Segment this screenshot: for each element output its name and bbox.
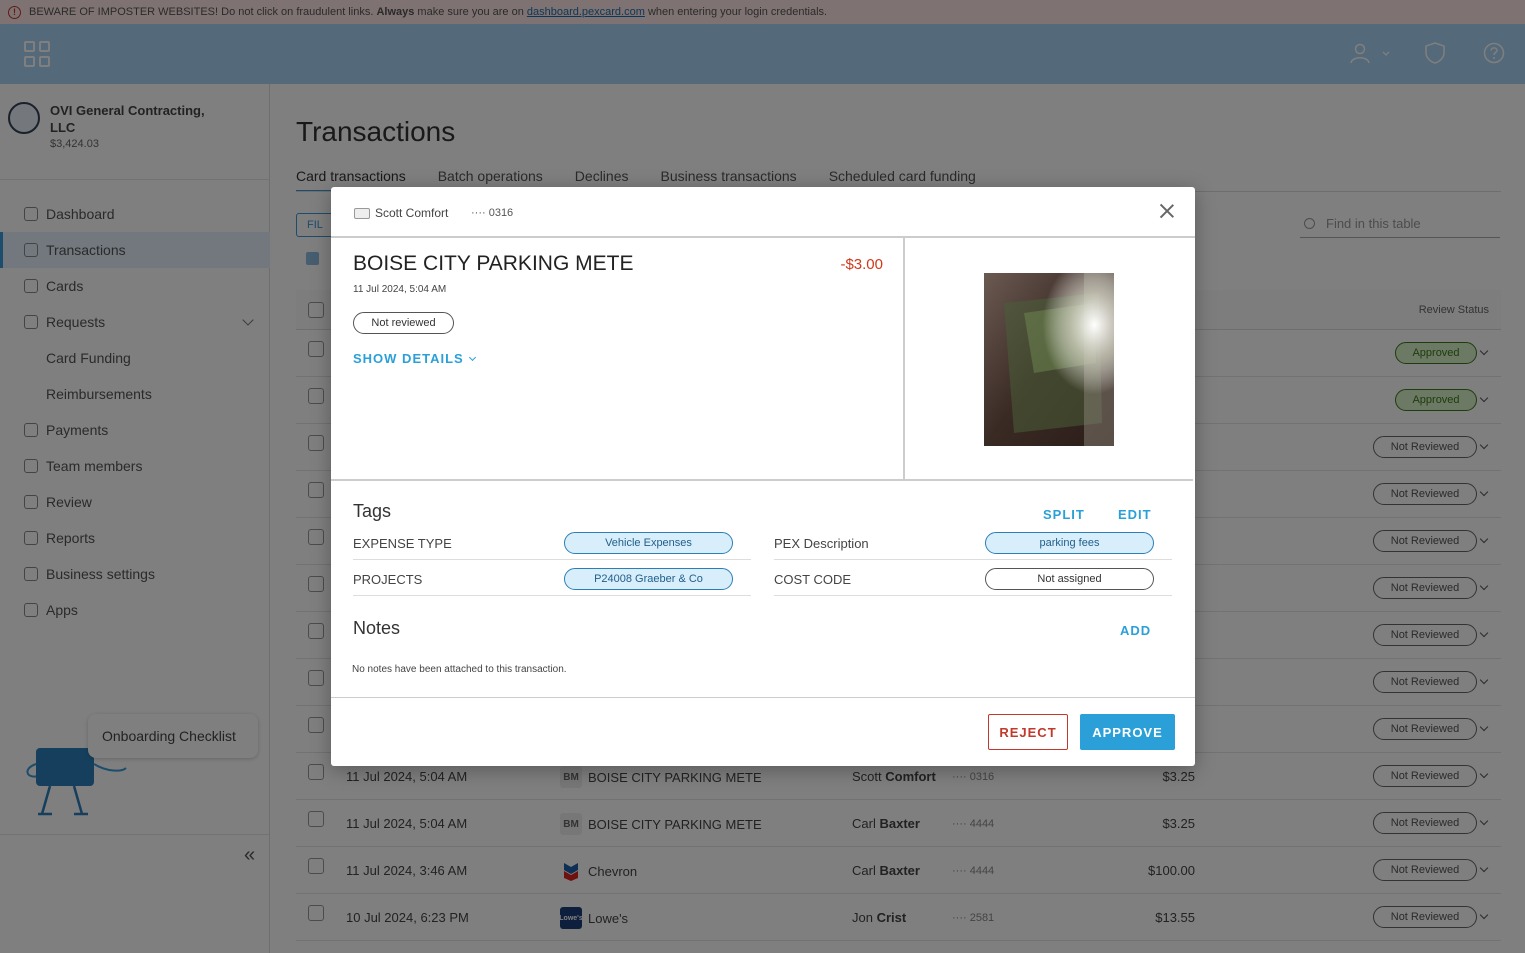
edit-tags-button[interactable]: EDIT [1118, 507, 1152, 522]
tag-label: COST CODE [774, 572, 852, 587]
card-last4: ···· 0316 [471, 207, 514, 219]
transaction-summary: BOISE CITY PARKING METE -$3.00 11 Jul 20… [331, 238, 905, 479]
modal-header: Scott Comfort ···· 0316 [331, 187, 1195, 238]
notes-title: Notes [353, 618, 401, 638]
close-icon[interactable] [1157, 201, 1177, 221]
receipt-image[interactable] [984, 273, 1114, 446]
tag-value[interactable]: Not assigned [985, 568, 1154, 590]
reject-button[interactable]: REJECT [988, 714, 1068, 750]
chevron-down-icon [468, 353, 476, 361]
transaction-date: 11 Jul 2024, 5:04 AM [353, 284, 447, 295]
tag-label: PROJECTS [353, 572, 423, 587]
show-details-button[interactable]: SHOW DETAILS [353, 351, 476, 366]
split-button[interactable]: SPLIT [1043, 507, 1085, 522]
add-note-button[interactable]: ADD [1120, 623, 1151, 638]
tag-row-pex-description: PEX Description parking fees [774, 524, 1172, 560]
tag-value[interactable]: parking fees [985, 532, 1154, 554]
approve-button[interactable]: APPROVE [1080, 714, 1175, 750]
tags-title: Tags [353, 501, 392, 521]
cardholder-name: Scott Comfort [375, 206, 449, 220]
tag-label: EXPENSE TYPE [353, 536, 452, 551]
tag-value[interactable]: Vehicle Expenses [564, 532, 733, 554]
tag-row-expense-type: EXPENSE TYPE Vehicle Expenses [353, 524, 751, 560]
tag-label: PEX Description [774, 536, 869, 551]
show-details-label: SHOW DETAILS [353, 351, 464, 366]
merchant-name: BOISE CITY PARKING METE [353, 252, 634, 275]
card-icon [354, 208, 370, 219]
tag-row-projects: PROJECTS P24008 Graeber & Co [353, 560, 751, 596]
modal-divider [331, 479, 1193, 481]
transaction-detail-modal: Scott Comfort ···· 0316 BOISE CITY PARKI… [331, 187, 1195, 766]
notes-empty-message: No notes have been attached to this tran… [352, 664, 567, 675]
receipt-panel [906, 238, 1195, 479]
tag-row-cost-code: COST CODE Not assigned [774, 560, 1172, 596]
modal-footer-divider [331, 697, 1195, 698]
review-status-badge: Not reviewed [353, 312, 454, 334]
transaction-amount: -$3.00 [840, 256, 883, 273]
tag-value[interactable]: P24008 Graeber & Co [564, 568, 733, 590]
